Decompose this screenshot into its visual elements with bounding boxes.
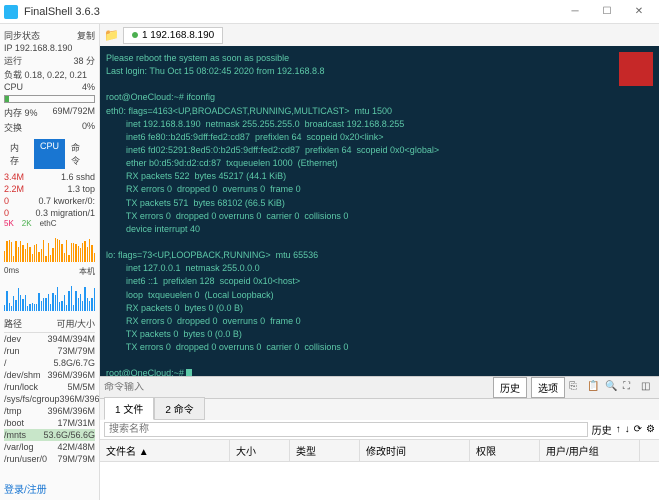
uptime-label: 运行 [4, 54, 22, 67]
search-icon[interactable]: 🔍 [605, 381, 619, 395]
disk-row[interactable]: /run/user/079M/79M [4, 453, 95, 465]
terminal[interactable]: Please reboot the system as soon as poss… [100, 46, 659, 376]
load-label: 负载 0.18, 0.22, 0.21 [4, 68, 95, 81]
tab-files[interactable]: 1 文件 [104, 397, 154, 420]
disk-row[interactable]: /tmp396M/396M [4, 405, 95, 417]
cpu-bar [4, 95, 95, 103]
col-size[interactable]: 大小 [230, 440, 290, 461]
refresh-icon[interactable]: ⟳ [634, 424, 642, 435]
tab-cpu[interactable]: CPU [34, 139, 65, 169]
watermark-icon [619, 52, 653, 86]
file-list[interactable]: 文件名 ▲ 大小 类型 修改时间 权限 用户/用户组 [100, 440, 659, 500]
gear-icon[interactable]: ⚙ [646, 424, 655, 435]
disk-row[interactable]: /run73M/79M [4, 345, 95, 357]
process-row[interactable]: 3.4M1.6 sshd [4, 171, 95, 183]
col-mtime[interactable]: 修改时间 [360, 440, 470, 461]
history-button[interactable]: 历史 [493, 377, 527, 398]
tab-memory[interactable]: 内存 [4, 139, 34, 169]
col-type[interactable]: 类型 [290, 440, 360, 461]
tab-cmd[interactable]: 命令 [65, 139, 95, 169]
maximize-button[interactable]: ☐ [591, 0, 623, 24]
minimize-button[interactable]: ─ [559, 0, 591, 24]
expand-icon[interactable]: ⛶ [623, 381, 637, 395]
ip-label: IP 192.168.8.190 [4, 43, 95, 53]
app-icon [4, 5, 18, 19]
folder-icon[interactable]: 📁 [104, 28, 119, 42]
split-icon[interactable]: ◫ [641, 381, 655, 395]
col-perm[interactable]: 权限 [470, 440, 540, 461]
command-input[interactable] [104, 382, 489, 393]
path-input[interactable] [104, 422, 588, 437]
col-owner[interactable]: 用户/用户组 [540, 440, 640, 461]
process-row[interactable]: 2.2M1.3 top [4, 183, 95, 195]
latency-chart [4, 281, 95, 311]
process-row[interactable]: 00.7 kworker/0: [4, 195, 95, 207]
disk-row[interactable]: /dev394M/394M [4, 333, 95, 345]
disk-row[interactable]: /sys/fs/cgroup396M/396M [4, 393, 95, 405]
window-title: FinalShell 3.6.3 [24, 6, 559, 18]
process-row[interactable]: 00.3 migration/1 [4, 207, 95, 219]
copy-icon[interactable]: ⎘ [569, 381, 583, 395]
disk-row[interactable]: /boot17M/31M [4, 417, 95, 429]
disk-row[interactable]: /var/log42M/48M [4, 441, 95, 453]
sync-label: 同步状态 [4, 29, 40, 42]
cursor [186, 369, 192, 376]
copy-button[interactable]: 复制 [77, 29, 95, 42]
disk-row[interactable]: /5.8G/6.7G [4, 357, 95, 369]
col-name[interactable]: 文件名 ▲ [100, 440, 230, 461]
tab-commands[interactable]: 2 命令 [154, 397, 204, 420]
login-link[interactable]: 登录/注册 [4, 481, 47, 496]
down-icon[interactable]: ↓ [625, 424, 630, 435]
status-dot-icon [132, 32, 138, 38]
close-button[interactable]: ✕ [623, 0, 655, 24]
up-icon[interactable]: ↑ [616, 424, 621, 435]
disk-row[interactable]: /run/lock5M/5M [4, 381, 95, 393]
options-button[interactable]: 选项 [531, 377, 565, 398]
session-tab[interactable]: 1 192.168.8.190 [123, 27, 223, 44]
paste-icon[interactable]: 📋 [587, 381, 601, 395]
net-chart [4, 232, 95, 262]
disk-row[interactable]: /dev/shm396M/396M [4, 369, 95, 381]
disk-row[interactable]: /mnts53.6G/56.6G [4, 429, 95, 441]
path-history-button[interactable]: 历史 [592, 422, 612, 437]
